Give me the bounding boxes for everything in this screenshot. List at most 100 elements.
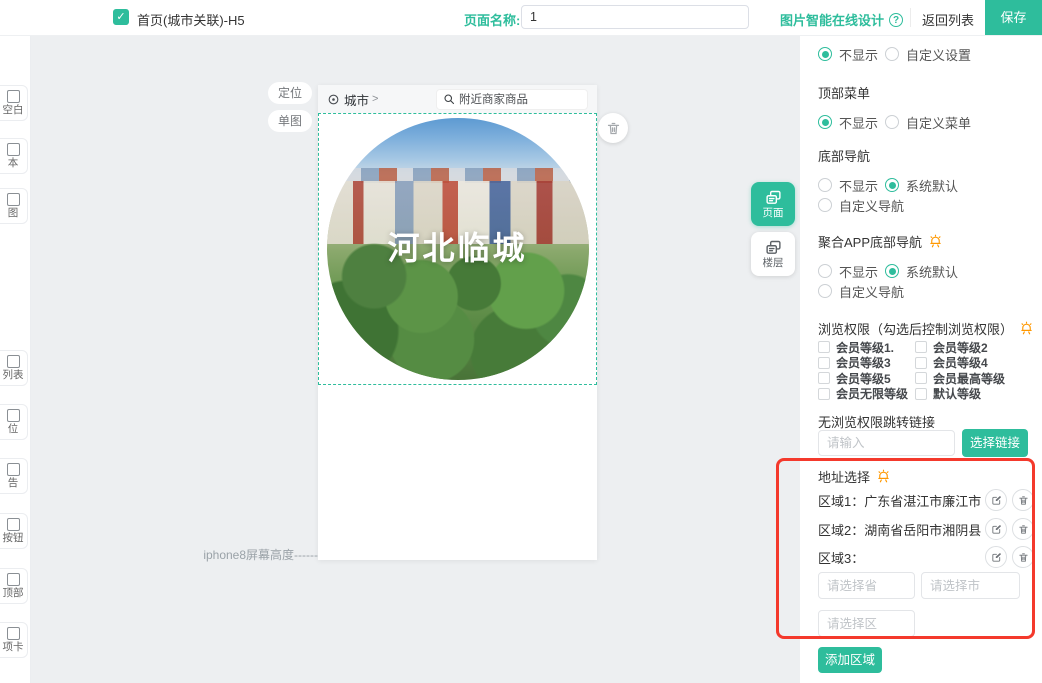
checkbox-member-level-5[interactable]: 会员等级5 [818,372,915,385]
screen-height-note: iphone8屏幕高度------ [203,546,318,563]
radio-custom-setting[interactable]: 自定义设置 [885,45,971,64]
checkbox-member-level-2[interactable]: 会员等级2 [915,341,1042,354]
permission-checkbox-grid: 会员等级1. 会员等级2 会员等级3 会员等级4 会员等级5 会员最高等级 会员… [818,341,1042,400]
back-to-list-button[interactable]: 返回列表 [922,10,974,29]
radio-icon [818,198,832,212]
delete-block-button[interactable] [598,113,628,143]
radio-label: 不显示 [839,113,878,132]
component-card-list[interactable]: 列表 [0,350,28,386]
radio-icon [885,178,899,192]
component-icon [7,193,20,206]
settings-panel: 不显示 自定义设置 顶部菜单 不显示 自定义菜单 底部导航 不显示 系统默认 自… [800,35,1042,683]
province-select[interactable] [818,572,915,599]
region-label: 区域3： [818,548,864,567]
editor-canvas: 定位 单图 城市 > 附近商家商品 [30,35,800,683]
radio-icon [885,47,899,61]
radio-system-default[interactable]: 系统默认 [885,176,958,195]
delete-region-button[interactable] [1012,489,1034,511]
checkbox-label: 会员最高等级 [933,370,1005,387]
region-value: 湖南省岳阳市湘阴县 [864,520,981,539]
checkbox-default-level[interactable]: 默认等级 [915,388,1042,401]
edit-region-button[interactable] [985,489,1007,511]
page-panel-button[interactable]: 页面 [751,182,795,226]
page-name-input[interactable] [521,5,749,29]
delete-region-button[interactable] [1012,518,1034,540]
component-icon [7,627,20,640]
radio-no-display[interactable]: 不显示 [818,113,885,132]
component-card-image[interactable]: 图 [0,188,28,224]
checkbox-member-level-3[interactable]: 会员等级3 [818,357,915,370]
page-checkbox[interactable]: ✓ [113,9,129,25]
component-card-text[interactable]: 本 [0,138,28,174]
component-icon [7,355,20,368]
help-icon[interactable]: ? [889,13,903,27]
component-label: 本 [8,158,19,169]
phone-header: 城市 > 附近商家商品 [318,85,597,113]
component-card-notice[interactable]: 告 [0,458,28,494]
city-photo-caption: 河北临城 [327,223,589,269]
component-tag-position[interactable]: 定位 [268,82,312,104]
component-card-tabs[interactable]: 项卡 [0,622,28,658]
component-label: 列表 [3,370,24,381]
component-tag-single-image[interactable]: 单图 [268,110,312,132]
radio-custom-nav[interactable]: 自定义导航 [818,282,904,301]
topbar: ✓ 首页(城市关联)-H5 页面名称: 图片智能在线设计 ? 返回列表 保存 [0,0,1042,36]
radio-label: 自定义设置 [906,45,971,64]
component-card-blank[interactable]: 空白 [0,85,28,121]
radio-custom-menu[interactable]: 自定义菜单 [885,113,971,132]
choose-link-button[interactable]: 选择链接 [962,429,1028,457]
layers-icon [765,239,782,256]
component-label: 项卡 [3,642,24,653]
checkbox-icon [915,341,927,353]
smart-design-link[interactable]: 图片智能在线设计 ? [780,10,903,29]
component-card-button[interactable]: 按钮 [0,513,28,549]
smart-design-label: 图片智能在线设计 [780,10,884,29]
page-builder-app: ✓ 首页(城市关联)-H5 页面名称: 图片智能在线设计 ? 返回列表 保存 空… [0,0,1042,683]
trash-icon [606,121,621,136]
radio-label: 系统默认 [906,176,958,195]
edit-region-button[interactable] [985,518,1007,540]
search-bar[interactable]: 附近商家商品 [436,89,588,110]
checkbox-label: 会员无限等级 [836,385,908,402]
section-title-top-menu: 顶部菜单 [818,83,870,102]
radio-label: 不显示 [839,45,878,64]
radio-icon [818,47,832,61]
checkbox-icon [818,388,830,400]
checkbox-member-level-1[interactable]: 会员等级1. [818,341,915,354]
component-card-locate[interactable]: 位 [0,404,28,440]
radio-no-display[interactable]: 不显示 [818,45,885,64]
search-icon [443,93,455,105]
delete-region-button[interactable] [1012,546,1034,568]
add-region-button[interactable]: 添加区域 [818,647,882,673]
component-card-header[interactable]: 顶部 [0,568,28,604]
radio-custom-nav[interactable]: 自定义导航 [818,196,904,215]
selected-image-block[interactable]: 河北临城 [318,113,597,385]
checkbox-icon [915,388,927,400]
component-icon [7,463,20,476]
radio-system-default[interactable]: 系统默认 [885,262,958,281]
link-input[interactable] [818,430,955,456]
radio-no-display[interactable]: 不显示 [818,262,885,281]
radio-icon [818,115,832,129]
app-bottom-nav-radios-row1: 不显示 系统默认 [818,263,958,279]
city-selector[interactable]: 城市 [344,90,369,109]
city-select[interactable] [921,572,1020,599]
floor-panel-button[interactable]: 楼层 [751,232,795,276]
region-row-3: 区域3： [818,546,1034,568]
district-select[interactable] [818,610,915,637]
component-icon [7,573,20,586]
save-button[interactable]: 保存 [985,0,1042,35]
radio-no-display[interactable]: 不显示 [818,176,885,195]
radio-label: 自定义导航 [839,282,904,301]
bottom-nav-radios-row2: 自定义导航 [818,197,904,213]
checkbox-member-level-4[interactable]: 会员等级4 [915,357,1042,370]
bottom-nav-radios-row1: 不显示 系统默认 [818,177,958,193]
radio-icon [818,284,832,298]
page-setting-radios: 不显示 自定义设置 [818,46,971,62]
edit-region-button[interactable] [985,546,1007,568]
checkbox-icon [915,357,927,369]
pages-icon [765,189,782,206]
component-label: 按钮 [3,533,24,544]
checkbox-member-unlimited[interactable]: 会员无限等级 [818,388,915,401]
checkbox-member-highest[interactable]: 会员最高等级 [915,372,1042,385]
